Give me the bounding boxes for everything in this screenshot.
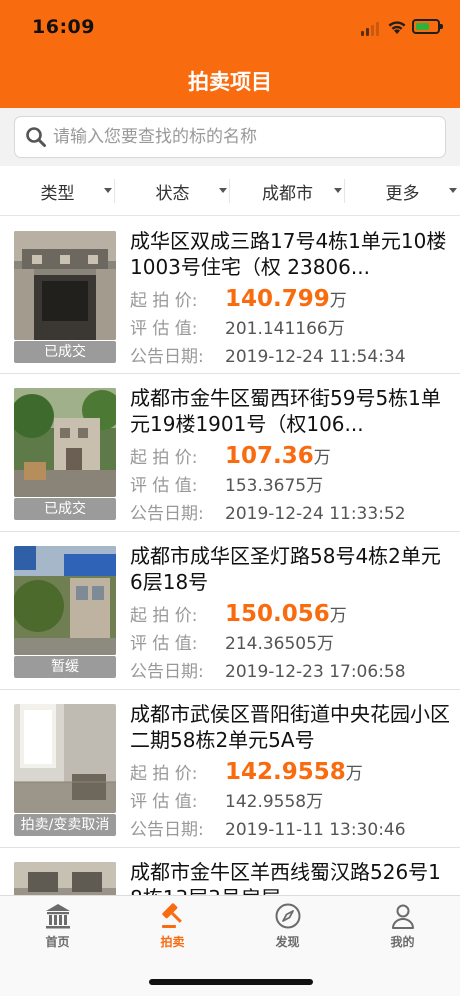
status-bar: 16:09 (0, 0, 460, 56)
search-icon (26, 127, 46, 147)
item-title: 成都市武侯区晋阳街道中央花园小区二期58栋2单元5A号 (130, 702, 450, 752)
price-unit: 万 (329, 291, 347, 311)
start-price-row: 起 拍 价: 150.056万 (130, 601, 450, 627)
appraisal-label: 评 估 值: (130, 792, 198, 812)
tab-label: 首页 (45, 935, 70, 949)
status-badge: 已成交 (14, 341, 116, 363)
auction-list-item[interactable]: 已成交 成华区双成三路17号4栋1单元10楼1003号住宅（权 23806...… (0, 217, 460, 374)
start-price-value: 140.799 (225, 286, 330, 312)
auction-list: 已成交 成华区双成三路17号4栋1单元10楼1003号住宅（权 23806...… (0, 217, 460, 895)
filter-label: 类型 (40, 183, 75, 204)
filter-more[interactable]: 更多 (345, 166, 460, 216)
announce-date-label: 公告日期: (130, 504, 204, 524)
status-badge: 拍卖/变卖取消 (14, 814, 116, 836)
start-price-row: 起 拍 价: 107.36万 (130, 443, 450, 469)
announce-date-value: 2019-12-24 11:33:52 (225, 504, 406, 524)
tab-label: 发现 (275, 935, 300, 949)
auction-list-item[interactable]: 暂缓 成都市成华区圣灯路58号4栋2单元6层18号 起 拍 价: 150.056万… (0, 532, 460, 690)
item-title: 成华区双成三路17号4栋1单元10楼1003号住宅（权 23806... (130, 229, 447, 279)
search-input[interactable] (53, 123, 433, 151)
start-price-label: 起 拍 价: (130, 448, 198, 468)
appraisal-value: 201.141166万 (225, 319, 345, 339)
property-photo (14, 388, 116, 497)
auction-list-item[interactable]: 成都市金牛区羊西线蜀汉路526号18栋13层3号房屋 (0, 848, 460, 895)
caret-down-icon (219, 188, 227, 193)
appraisal-row: 评 估 值: 214.36505万 (130, 629, 450, 654)
appraisal-value: 142.9558万 (225, 792, 324, 812)
property-photo (14, 862, 116, 895)
property-photo (14, 546, 116, 655)
announce-date-row: 公告日期: 2019-11-11 13:30:46 (130, 815, 450, 840)
status-badge: 暂缓 (14, 656, 116, 678)
filter-type[interactable]: 类型 (0, 166, 115, 216)
start-price-value: 142.9558 (225, 759, 346, 785)
auction-list-item[interactable]: 已成交 成都市金牛区蜀西环街59号5栋1单元19楼1901号（权106... 起… (0, 374, 460, 532)
announce-date-label: 公告日期: (130, 347, 204, 367)
compass-icon (275, 903, 300, 929)
filter-bar: 类型 状态 成都市 更多 (0, 166, 460, 216)
home-indicator (149, 979, 313, 985)
auction-list-item[interactable]: 拍卖/变卖取消 成都市武侯区晋阳街道中央花园小区二期58栋2单元5A号 起 拍 … (0, 690, 460, 848)
status-time: 16:09 (32, 16, 95, 38)
start-price-value: 107.36 (225, 443, 314, 469)
battery-icon (412, 19, 443, 34)
appraisal-value: 214.36505万 (225, 634, 334, 654)
user-icon (391, 904, 414, 929)
status-badge: 已成交 (14, 498, 116, 520)
tab-label: 拍卖 (160, 935, 185, 949)
appraisal-label: 评 估 值: (130, 319, 198, 339)
caret-down-icon (449, 188, 457, 193)
appraisal-label: 评 估 值: (130, 634, 198, 654)
filter-label: 成都市 (262, 183, 313, 204)
appraisal-row: 评 估 值: 153.3675万 (130, 471, 450, 496)
announce-date-label: 公告日期: (130, 820, 204, 840)
announce-date-value: 2019-12-24 11:54:34 (225, 347, 406, 367)
appraisal-value: 153.3675万 (225, 476, 324, 496)
announce-date-value: 2019-11-11 13:30:46 (225, 820, 406, 840)
announce-date-row: 公告日期: 2019-12-24 11:33:52 (130, 499, 450, 524)
start-price-row: 起 拍 价: 142.9558万 (130, 759, 450, 785)
tab-discover[interactable]: 发现 (230, 902, 345, 956)
caret-down-icon (334, 188, 342, 193)
start-price-value: 150.056 (225, 601, 330, 627)
top-bar: 16:09 拍卖项目 (0, 0, 460, 108)
filter-label: 更多 (385, 183, 420, 204)
filter-city[interactable]: 成都市 (230, 166, 345, 216)
wifi-icon (388, 21, 406, 34)
appraisal-row: 评 估 值: 142.9558万 (130, 787, 450, 812)
search-box[interactable] (14, 116, 446, 158)
item-title: 成都市金牛区蜀西环街59号5栋1单元19楼1901号（权106... (130, 386, 441, 436)
item-title: 成都市成华区圣灯路58号4栋2单元6层18号 (130, 544, 441, 594)
filter-status[interactable]: 状态 (115, 166, 230, 216)
start-price-row: 起 拍 价: 140.799万 (130, 286, 450, 312)
search-area (0, 108, 460, 166)
caret-down-icon (104, 188, 112, 193)
announce-date-value: 2019-12-23 17:06:58 (225, 662, 406, 682)
tab-mine[interactable]: 我的 (345, 902, 460, 956)
filter-label: 状态 (155, 183, 190, 204)
appraisal-label: 评 估 值: (130, 476, 198, 496)
page-title: 拍卖项目 (188, 70, 272, 94)
bank-icon (45, 904, 70, 929)
cellular-signal-icon (361, 22, 381, 36)
app-screen: 16:09 拍卖项目 请输入您要查找的标的名称 类型 状态 成都市 更多 已成交… (0, 0, 460, 996)
announce-date-label: 公告日期: (130, 662, 204, 682)
tab-home[interactable]: 首页 (0, 902, 115, 956)
announce-date-row: 公告日期: 2019-12-23 17:06:58 (130, 657, 450, 682)
tab-label: 我的 (390, 935, 415, 949)
tab-auction[interactable]: 拍卖 (115, 902, 230, 956)
appraisal-row: 评 估 值: 201.141166万 (130, 314, 450, 339)
start-price-label: 起 拍 价: (130, 291, 198, 311)
property-photo (14, 704, 116, 813)
start-price-label: 起 拍 价: (130, 606, 198, 626)
announce-date-row: 公告日期: 2019-12-24 11:54:34 (130, 342, 450, 367)
property-photo (14, 231, 116, 340)
item-title: 成都市金牛区羊西线蜀汉路526号18栋13层3号房屋 (130, 860, 441, 895)
start-price-label: 起 拍 价: (130, 764, 198, 784)
gavel-icon (161, 903, 182, 928)
price-unit: 万 (313, 448, 331, 468)
price-unit: 万 (345, 764, 363, 784)
price-unit: 万 (329, 606, 347, 626)
